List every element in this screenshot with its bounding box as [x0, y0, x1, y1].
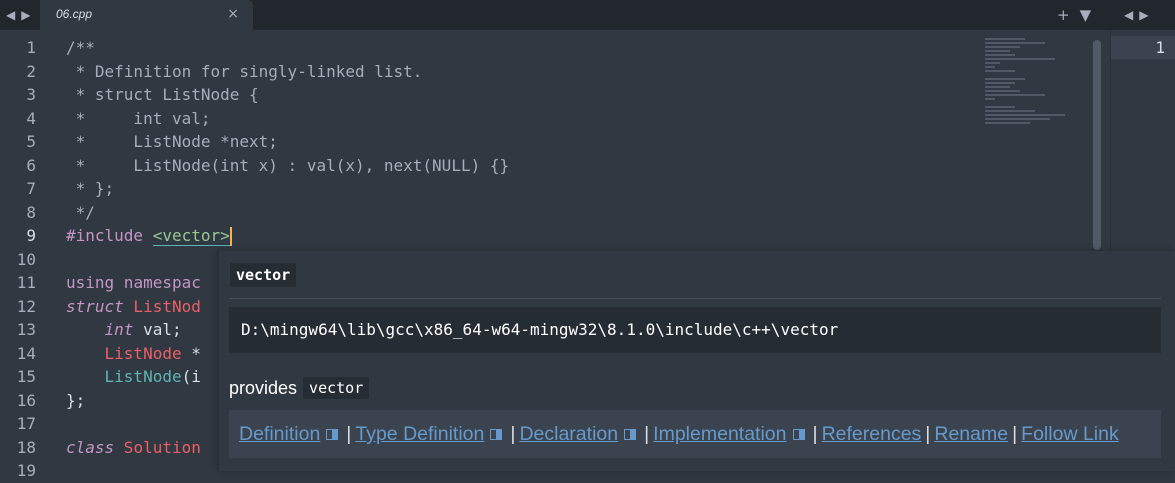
include-directive: #include: [66, 226, 144, 245]
code-text: (i: [181, 367, 201, 386]
tab-title: 06.cpp: [56, 7, 93, 21]
comment-text: * ListNode *next;: [66, 132, 278, 151]
provides-label: provides: [229, 377, 298, 398]
tab-close-icon[interactable]: ×: [227, 6, 239, 22]
new-tab-plus-icon[interactable]: +: [1057, 6, 1070, 24]
tab-06-cpp[interactable]: 06.cpp ×: [40, 0, 253, 30]
line-number: 19: [16, 461, 36, 480]
active-line-number: 9: [26, 226, 36, 245]
right-pane-nav-arrows: ◀ ▶: [1124, 0, 1148, 30]
line-number: 5: [26, 132, 36, 151]
hover-popup: vector D:\mingw64\lib\gcc\x86_64-w64-min…: [219, 250, 1175, 471]
comment-text: * int val;: [66, 108, 211, 128]
popup-provides: provides vector: [229, 377, 370, 399]
keyword: class: [66, 437, 115, 457]
references-link[interactable]: References: [822, 423, 922, 445]
code-line: * };: [66, 177, 1096, 201]
line-number: 18: [16, 437, 36, 457]
line-number: 8: [26, 202, 36, 222]
line-number: 12: [16, 296, 36, 316]
line-number: 15: [16, 367, 36, 386]
line-number: 4: [26, 108, 36, 128]
line-number: 17: [16, 414, 36, 433]
popup-divider: [229, 298, 1161, 299]
line-number-gutter: 1 2 3 4 5 6 7 8 9 10 11 12 13 14 15 16 1…: [0, 36, 52, 483]
comment-text: /**: [66, 38, 95, 57]
rename-link[interactable]: Rename: [934, 423, 1008, 445]
vertical-scrollbar[interactable]: [1093, 40, 1101, 250]
comment-text: * ListNode(int x) : val(x), next(NULL) {…: [66, 155, 510, 175]
line-number: 2: [26, 61, 36, 81]
tab-next-arrow-icon[interactable]: ▶: [21, 8, 30, 22]
line-number: 6: [26, 155, 36, 175]
code-text: val;: [133, 320, 182, 339]
popup-file-path: D:\mingw64\lib\gcc\x86_64-w64-mingw32\8.…: [229, 307, 1161, 353]
comment-text: * struct ListNode {: [66, 85, 259, 104]
code-line: * struct ListNode {: [66, 83, 1096, 107]
type-name: ListNod: [123, 296, 201, 316]
open-split-icon[interactable]: [792, 429, 805, 441]
popup-title: vector: [230, 263, 297, 287]
type-definition-link[interactable]: Type Definition: [355, 423, 484, 445]
code-line: */: [66, 201, 1096, 225]
implementation-link[interactable]: Implementation: [653, 423, 786, 445]
type-name: Solution: [114, 437, 201, 457]
comment-text: */: [66, 202, 95, 222]
keyword: namespac: [114, 273, 201, 292]
definition-link[interactable]: Definition: [239, 423, 320, 445]
include-target-link[interactable]: <vector>: [152, 226, 230, 246]
text-cursor: [229, 227, 232, 246]
open-split-icon[interactable]: [624, 429, 637, 441]
provides-value: vector: [303, 377, 370, 399]
code-line: /**: [66, 36, 1096, 60]
declaration-link[interactable]: Declaration: [519, 423, 618, 445]
keyword: using: [66, 273, 115, 292]
comment-text: * };: [66, 179, 115, 198]
comment-text: * Definition for singly-linked list.: [66, 61, 423, 81]
right-pane-next-arrow-icon[interactable]: ▶: [1139, 8, 1148, 22]
popup-actions-bar: Definition | Type Definition | Declaration | I…: [229, 410, 1161, 458]
code-line-active: #include <vector>: [66, 224, 1096, 248]
code-line: * ListNode *next;: [66, 130, 1096, 154]
line-number: 11: [16, 273, 36, 292]
type-name: ListNode: [104, 343, 182, 363]
code-line: * int val;: [66, 107, 1096, 131]
code-line: * Definition for singly-linked list.: [66, 60, 1096, 84]
right-pane-line-number: 1: [1111, 36, 1175, 59]
open-split-icon[interactable]: [326, 429, 339, 441]
line-number: 16: [16, 390, 36, 410]
code-text: };: [66, 390, 86, 410]
line-number: 13: [16, 320, 36, 339]
tab-prev-arrow-icon[interactable]: ◀: [6, 8, 15, 22]
keyword: struct: [66, 296, 124, 316]
code-line: * ListNode(int x) : val(x), next(NULL) {…: [66, 154, 1096, 178]
tab-actions: + ▼: [1057, 6, 1091, 24]
line-number: 14: [16, 343, 36, 363]
line-number: 7: [26, 179, 36, 198]
tab-menu-dropdown-icon[interactable]: ▼: [1080, 6, 1092, 24]
tab-nav-arrows: ◀ ▶: [6, 0, 30, 30]
function-name: ListNode: [104, 367, 182, 386]
follow-link-link[interactable]: Follow Link: [1021, 423, 1119, 445]
line-number: 10: [16, 249, 36, 269]
right-pane-prev-arrow-icon[interactable]: ◀: [1124, 8, 1133, 22]
line-number: 3: [26, 85, 36, 104]
line-number: 1: [26, 38, 36, 57]
keyword: int: [104, 320, 134, 339]
code-text: *: [181, 343, 201, 363]
open-split-icon[interactable]: [490, 429, 503, 441]
minimap[interactable]: [985, 38, 1085, 148]
